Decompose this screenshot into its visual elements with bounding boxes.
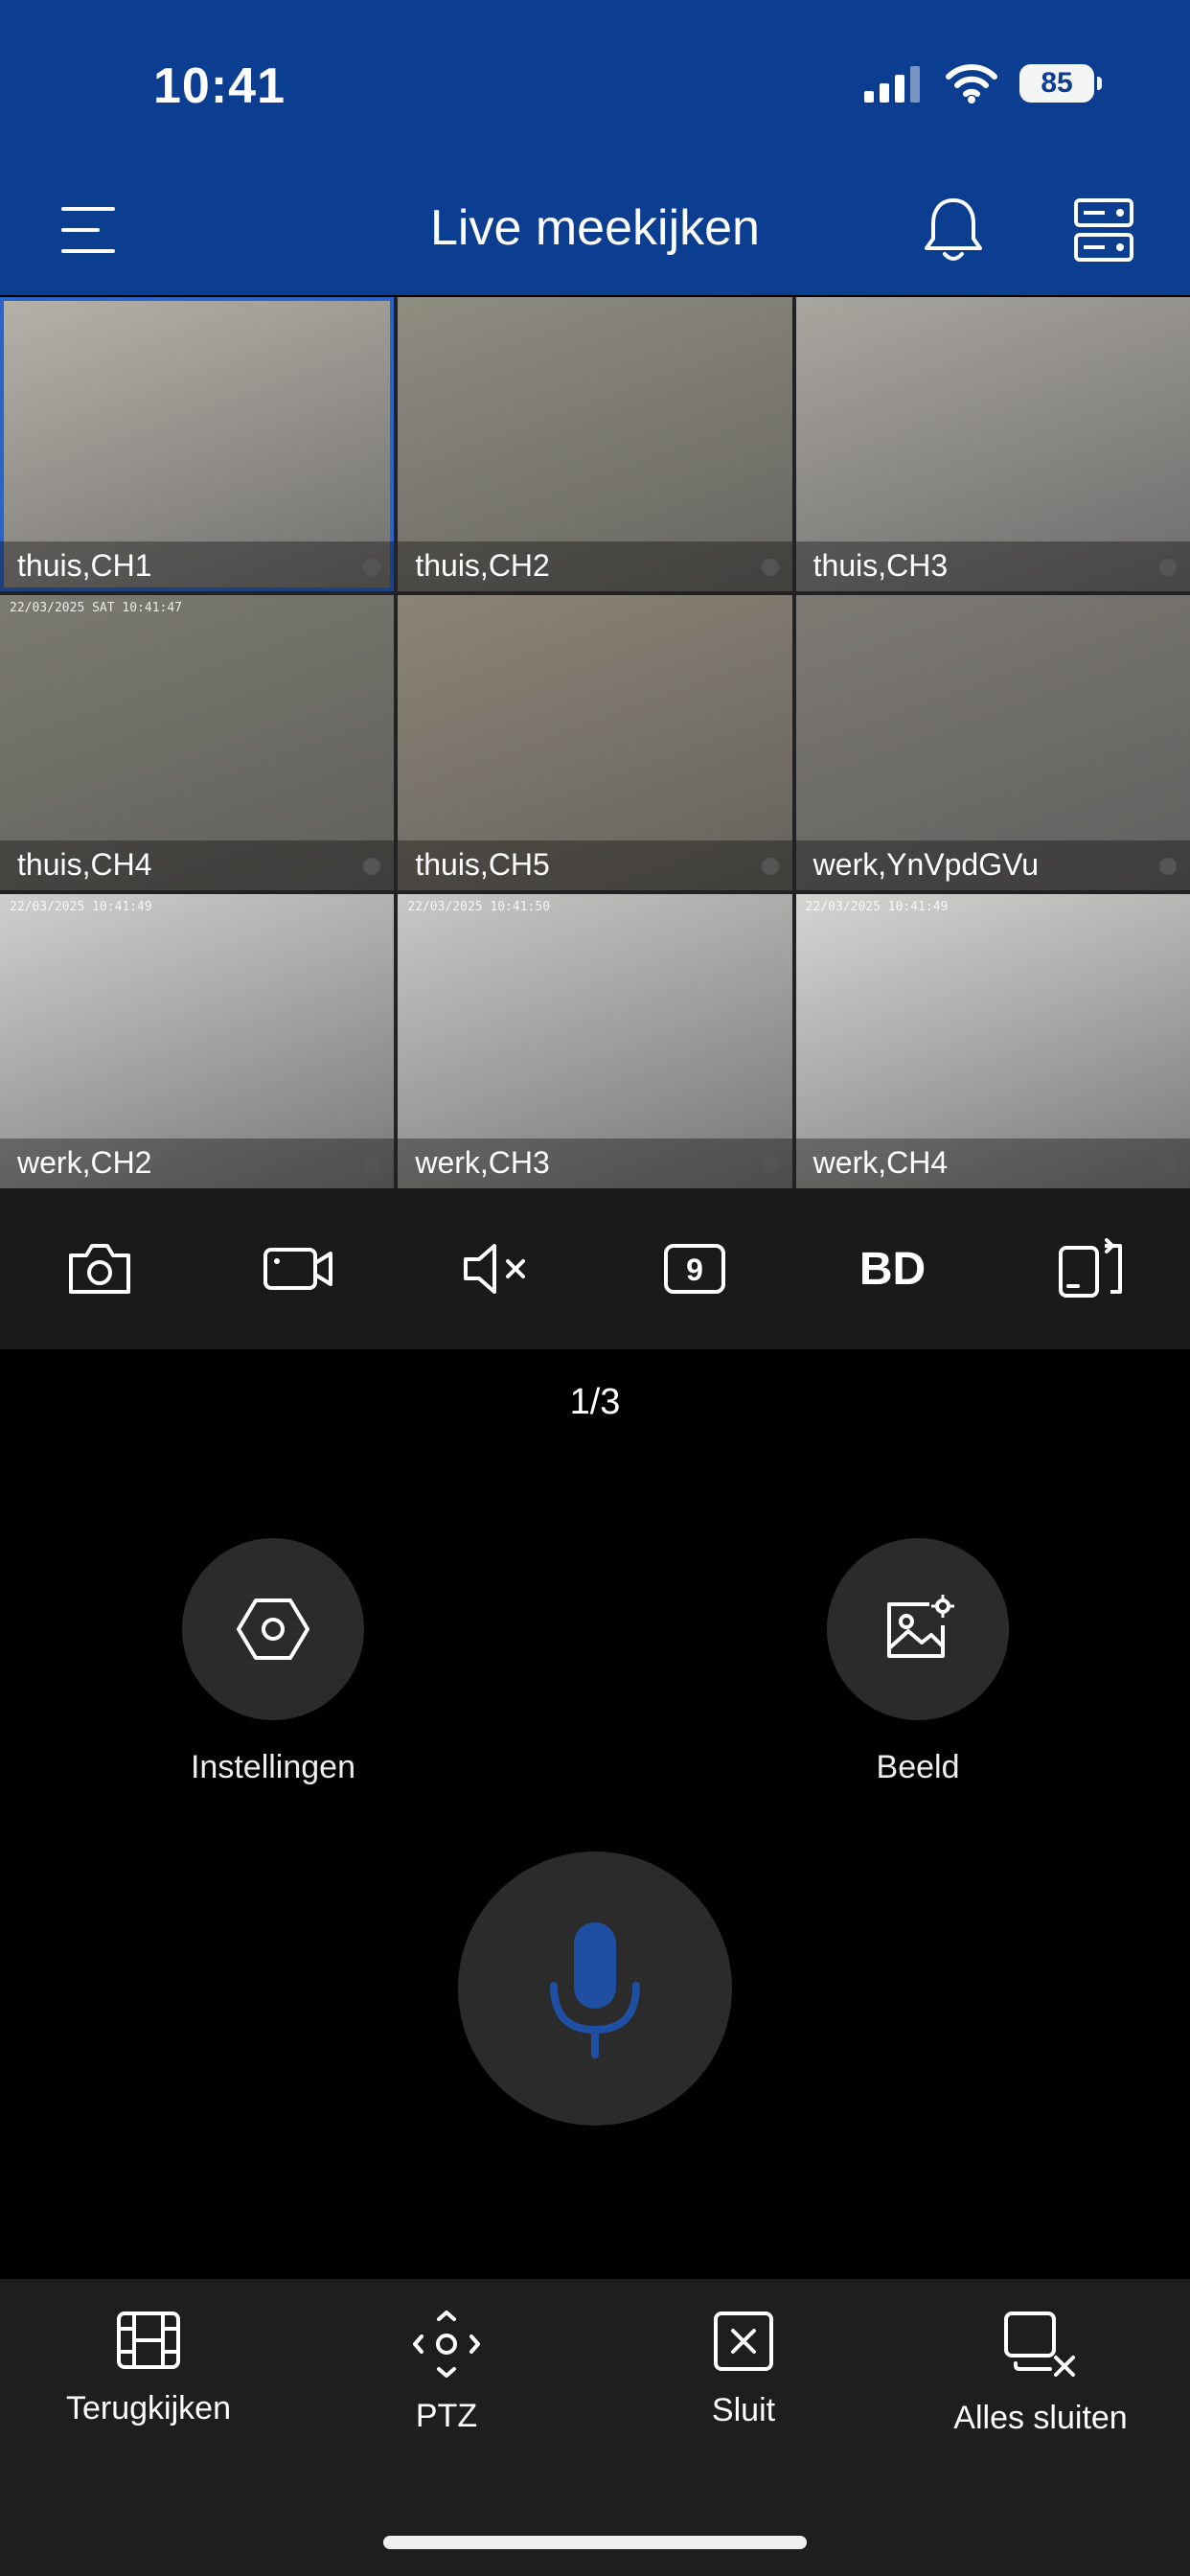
close-button[interactable]: Sluit — [600, 2310, 887, 2429]
hexagon-settings-icon — [237, 1598, 309, 1660]
tile-timestamp: 22/03/2025 SAT 10:41:47 — [10, 601, 183, 616]
quality-button[interactable]: BD — [840, 1216, 946, 1322]
recording-dot-icon — [761, 559, 779, 577]
mute-button[interactable] — [444, 1216, 549, 1322]
device-list-button[interactable] — [1065, 192, 1142, 268]
tile-label-bar: werk,CH3 — [398, 1138, 792, 1188]
image-circle[interactable] — [827, 1538, 1009, 1720]
camera-tile[interactable]: 22/03/2025 SAT 10:41:47 thuis,CH4 — [0, 595, 395, 890]
close-box-icon — [714, 2312, 773, 2371]
camera-grid: thuis,CH1 thuis,CH2 thuis,CH3 22/03/2025… — [0, 297, 1190, 1188]
wifi-icon — [946, 64, 997, 104]
tile-label: thuis,CH5 — [415, 846, 550, 882]
recording-dot-icon — [1159, 857, 1177, 875]
status-time: 10:41 — [153, 58, 286, 114]
split-screen-button[interactable]: 9 — [642, 1216, 747, 1322]
image-label: Beeld — [876, 1749, 960, 1785]
camera-tile[interactable]: thuis,CH3 — [795, 297, 1190, 592]
film-icon — [117, 2312, 180, 2369]
close-all-label: Alles sluiten — [953, 2400, 1128, 2436]
camera-icon — [68, 1244, 130, 1294]
page-title: Live meekijken — [430, 200, 760, 256]
settings-circle[interactable] — [182, 1538, 364, 1720]
image-action[interactable]: Beeld — [827, 1538, 1009, 1786]
status-icons: 85 — [862, 63, 1102, 104]
app-header: 10:41 85 Live meekijken — [0, 0, 1190, 295]
tile-timestamp: 22/03/2025 10:41:49 — [805, 899, 949, 914]
tile-label-bar: thuis,CH5 — [398, 840, 792, 890]
tile-label-bar: thuis,CH1 — [0, 541, 395, 592]
recording-dot-icon — [761, 857, 779, 875]
playback-label: Terugkijken — [66, 2390, 231, 2426]
camera-tile[interactable]: 22/03/2025 10:41:50 werk,CH3 — [398, 893, 792, 1188]
tile-timestamp: 22/03/2025 10:41:49 — [10, 899, 152, 914]
tile-label-bar: werk,CH4 — [795, 1138, 1190, 1188]
rotate-screen-button[interactable] — [1039, 1216, 1144, 1322]
battery-indicator: 85 — [1019, 64, 1102, 103]
tile-label: werk,CH2 — [17, 1145, 152, 1180]
bell-icon — [925, 198, 982, 261]
settings-label: Instellingen — [190, 1749, 355, 1785]
tile-label-bar: thuis,CH3 — [795, 541, 1190, 592]
home-indicator — [383, 2536, 807, 2549]
image-settings-icon — [887, 1595, 954, 1658]
settings-action[interactable]: Instellingen — [182, 1538, 364, 1786]
close-all-button[interactable]: Alles sluiten — [897, 2310, 1184, 2437]
speaker-muted-icon — [463, 1244, 525, 1294]
tile-label-bar: thuis,CH2 — [398, 541, 792, 592]
signal-icon — [864, 66, 920, 103]
tile-label: thuis,CH4 — [17, 846, 152, 882]
tile-timestamp: 22/03/2025 10:41:50 — [407, 899, 551, 914]
tile-label: thuis,CH1 — [17, 548, 152, 584]
snapshot-button[interactable] — [47, 1216, 152, 1322]
video-camera-icon — [263, 1248, 332, 1290]
tile-label-bar: werk,CH2 — [0, 1138, 395, 1188]
camera-tile[interactable]: 22/03/2025 10:41:49 werk,CH4 — [795, 893, 1190, 1188]
tile-label: werk,CH3 — [415, 1145, 550, 1180]
tile-label: werk,YnVpdGVu — [812, 846, 1040, 882]
recorder-icon — [1074, 198, 1133, 262]
live-toolbar: 9 BD — [0, 1188, 1190, 1349]
split-count: 9 — [686, 1253, 703, 1287]
camera-tile[interactable]: 22/03/2025 10:41:49 werk,CH2 — [0, 893, 395, 1188]
camera-tile[interactable]: thuis,CH2 — [398, 297, 792, 592]
tile-label: thuis,CH2 — [415, 548, 550, 584]
ptz-icon — [413, 2311, 480, 2378]
recording-dot-icon — [761, 1156, 779, 1173]
tile-label: thuis,CH3 — [812, 548, 949, 584]
microphone-icon — [550, 1922, 640, 2058]
bottom-bar: Terugkijken PTZ Sluit Alles sluiten — [0, 2279, 1190, 2576]
notifications-button[interactable] — [915, 192, 992, 268]
ptz-button[interactable]: PTZ — [303, 2310, 590, 2435]
recording-dot-icon — [363, 857, 381, 875]
talk-button[interactable] — [458, 1852, 732, 2126]
page-indicator: 1/3 — [569, 1382, 621, 1422]
camera-tile[interactable]: thuis,CH1 — [0, 297, 395, 592]
tile-label: werk,CH4 — [812, 1145, 949, 1180]
playback-button[interactable]: Terugkijken — [5, 2310, 292, 2427]
record-button[interactable] — [245, 1216, 351, 1322]
split-count-icon: 9 — [663, 1244, 725, 1294]
quality-label: BD — [858, 1243, 927, 1295]
close-label: Sluit — [711, 2392, 776, 2428]
close-all-icon — [1004, 2312, 1075, 2377]
tile-label-bar: werk,YnVpdGVu — [795, 840, 1190, 890]
camera-tile[interactable]: werk,YnVpdGVu — [795, 595, 1190, 890]
recording-dot-icon — [1159, 1156, 1177, 1173]
tile-label-bar: thuis,CH4 — [0, 840, 395, 890]
camera-tile[interactable]: thuis,CH5 — [398, 595, 792, 890]
ptz-label: PTZ — [415, 2398, 478, 2434]
rotate-phone-icon — [1058, 1238, 1122, 1298]
